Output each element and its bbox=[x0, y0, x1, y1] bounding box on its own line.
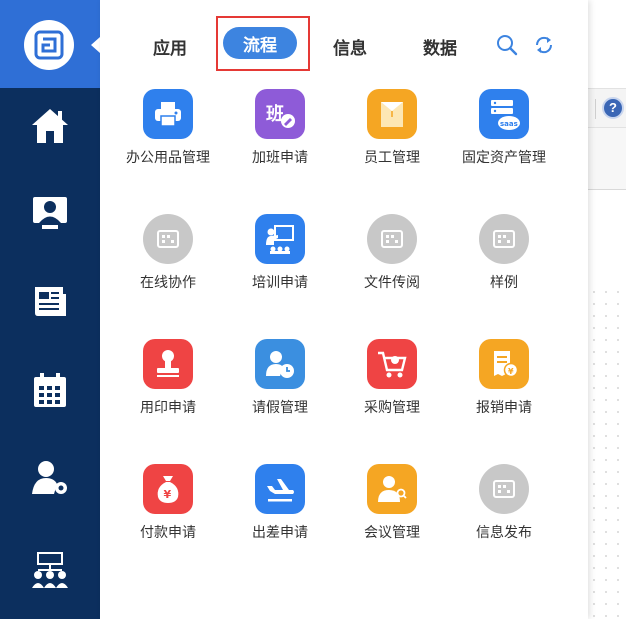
overtime-icon: 班 bbox=[255, 89, 305, 139]
airplane-icon bbox=[255, 464, 305, 514]
app-online-collaboration[interactable]: 在线协作 bbox=[112, 214, 224, 304]
home-icon[interactable] bbox=[28, 104, 72, 148]
app-reimbursement[interactable]: ¥ 报销申请 bbox=[448, 339, 560, 429]
app-label: 采购管理 bbox=[364, 400, 420, 416]
money-bag-icon: ¥ bbox=[143, 464, 193, 514]
app-label: 请假管理 bbox=[252, 400, 308, 416]
app-fixed-assets[interactable]: saas 固定资产管理 bbox=[448, 89, 560, 179]
monitor-user-icon[interactable] bbox=[28, 192, 72, 236]
app-label: 固定资产管理 bbox=[462, 150, 546, 166]
app-leave-management[interactable]: 请假管理 bbox=[224, 339, 336, 429]
background-toolbar: ? bbox=[588, 88, 626, 128]
app-label: 出差申请 bbox=[252, 525, 308, 541]
background-dotted-canvas bbox=[588, 286, 626, 619]
tab-data[interactable]: 数据 bbox=[423, 34, 457, 59]
app-training-request[interactable]: 培训申请 bbox=[224, 214, 336, 304]
app-meeting-management[interactable]: 会议管理 bbox=[336, 464, 448, 554]
app-label: 培训申请 bbox=[252, 275, 308, 291]
app-employee-management[interactable]: 员工管理 bbox=[336, 89, 448, 179]
app-seal-request[interactable]: 用印申请 bbox=[112, 339, 224, 429]
meeting-icon bbox=[367, 464, 417, 514]
saas-server-icon: saas bbox=[479, 89, 529, 139]
folder-icon bbox=[367, 89, 417, 139]
app-label: 信息发布 bbox=[476, 525, 532, 541]
app-label: 加班申请 bbox=[252, 150, 308, 166]
placeholder-icon bbox=[367, 214, 417, 264]
app-label: 付款申请 bbox=[140, 525, 196, 541]
yen-glyph: ¥ bbox=[164, 488, 172, 501]
yen-glyph: ¥ bbox=[508, 367, 514, 376]
help-icon[interactable]: ? bbox=[602, 97, 624, 119]
logo-cell[interactable] bbox=[0, 0, 100, 88]
app-sample[interactable]: 样例 bbox=[448, 214, 560, 304]
app-label: 会议管理 bbox=[364, 525, 420, 541]
app-purchase-management[interactable]: 采购管理 bbox=[336, 339, 448, 429]
highlight-box bbox=[216, 16, 310, 71]
active-pointer bbox=[91, 37, 100, 53]
saas-glyph: saas bbox=[500, 120, 518, 128]
placeholder-icon bbox=[143, 214, 193, 264]
app-payment-request[interactable]: ¥ 付款申请 bbox=[112, 464, 224, 554]
app-overtime-request[interactable]: 班 加班申请 bbox=[224, 89, 336, 179]
app-file-circulation[interactable]: 文件传阅 bbox=[336, 214, 448, 304]
app-business-trip[interactable]: 出差申请 bbox=[224, 464, 336, 554]
org-chart-icon[interactable] bbox=[28, 548, 72, 592]
help-icon-glyph: ? bbox=[609, 100, 617, 115]
app-label: 在线协作 bbox=[140, 275, 196, 291]
tab-info[interactable]: 信息 bbox=[333, 34, 367, 59]
app-label: 办公用品管理 bbox=[126, 150, 210, 166]
app-label: 报销申请 bbox=[476, 400, 532, 416]
shopping-cart-icon bbox=[367, 339, 417, 389]
placeholder-icon bbox=[479, 464, 529, 514]
placeholder-icon bbox=[479, 214, 529, 264]
refresh-icon[interactable] bbox=[533, 34, 555, 60]
background-app: ? bbox=[588, 0, 626, 619]
receipt-icon: ¥ bbox=[479, 339, 529, 389]
app-office-supplies[interactable]: 办公用品管理 bbox=[112, 89, 224, 179]
leave-clock-icon bbox=[255, 339, 305, 389]
stamp-icon bbox=[143, 339, 193, 389]
calendar-icon[interactable] bbox=[28, 368, 72, 412]
app-info-publishing[interactable]: 信息发布 bbox=[448, 464, 560, 554]
toolbar-separator bbox=[595, 99, 596, 119]
training-icon bbox=[255, 214, 305, 264]
app-launcher-panel: 应用 流程 信息 数据 办公用品管理 班 加班申请 员工管理 saas 固定资产… bbox=[100, 0, 588, 619]
search-icon[interactable] bbox=[496, 34, 518, 60]
tab-apps[interactable]: 应用 bbox=[153, 34, 187, 59]
user-settings-icon[interactable] bbox=[28, 456, 72, 500]
sidebar bbox=[0, 0, 100, 619]
app-label: 样例 bbox=[490, 275, 518, 291]
printer-icon bbox=[143, 89, 193, 139]
logo-icon bbox=[34, 30, 64, 60]
logo bbox=[24, 20, 74, 70]
app-label: 文件传阅 bbox=[364, 275, 420, 291]
app-label: 用印申请 bbox=[140, 400, 196, 416]
app-label: 员工管理 bbox=[364, 150, 420, 166]
news-icon[interactable] bbox=[28, 280, 72, 324]
background-subbar bbox=[588, 128, 626, 190]
